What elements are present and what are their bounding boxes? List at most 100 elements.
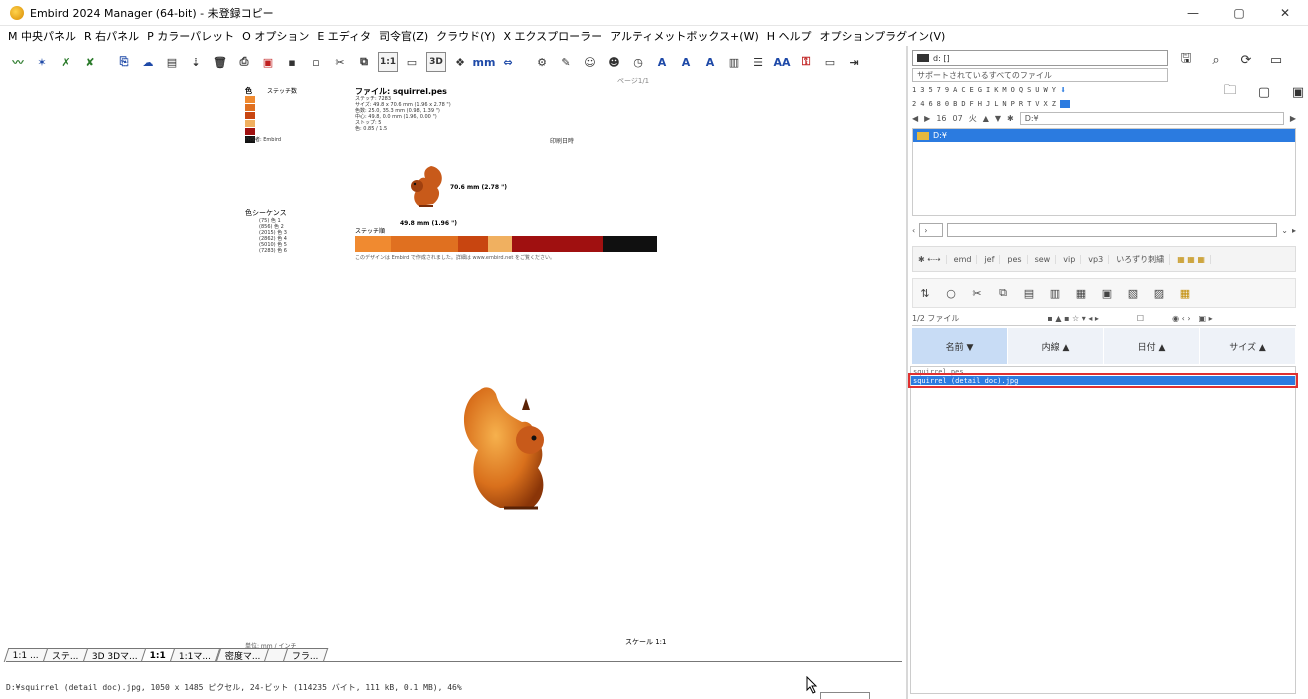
zoom-icon[interactable]: ⌕ [1206, 50, 1226, 70]
paste-file-icon[interactable]: ▤ [1021, 285, 1037, 301]
book-icon[interactable]: ▥ [724, 52, 744, 72]
alpha-key[interactable]: 4 [920, 100, 924, 108]
layout-icon[interactable]: ▤ [162, 52, 182, 72]
alpha-key[interactable]: 1 [912, 86, 916, 94]
text-tool-3-button[interactable]: A [700, 52, 720, 72]
cloud-icon[interactable]: ☁ [138, 52, 158, 72]
ftype-irozuri[interactable]: いろずり刺繍 [1111, 253, 1171, 265]
move-icon[interactable]: ▧ [1125, 285, 1141, 301]
folder-icon[interactable]: ▢ [1254, 82, 1274, 102]
alpha-key[interactable]: 6 [928, 100, 932, 108]
sort-by-date-button[interactable]: 日付 ▲ [1104, 328, 1200, 364]
tab-3d[interactable]: 3D 3Dマ... [82, 648, 147, 662]
alpha-key[interactable]: I [986, 86, 990, 94]
text-size-button[interactable]: AA [772, 52, 792, 72]
monitor-icon[interactable]: ▭ [402, 52, 422, 72]
sort-down-icon[interactable]: ▼ [995, 114, 1001, 123]
list-icon[interactable]: ☰ [748, 52, 768, 72]
text-tool-2-button[interactable]: A [676, 52, 696, 72]
user-icon[interactable]: ☺ [580, 52, 600, 72]
ftype-emd[interactable]: emd [949, 254, 978, 264]
menu-cloud[interactable]: クラウド(Y) [436, 28, 495, 44]
duplicate-icon[interactable]: ▥ [1047, 285, 1063, 301]
cross-tool-2-icon[interactable]: ✘ [80, 52, 100, 72]
alpha-key[interactable]: P [1011, 100, 1015, 108]
pattern-icon[interactable]: ❖ [450, 52, 470, 72]
alpha-key[interactable]: 2 [912, 100, 916, 108]
file-item-squirrel-pes[interactable]: squirrel.pes [911, 367, 1295, 376]
view-3d-button[interactable]: 3D [426, 52, 446, 72]
new-folder-icon[interactable]: 🗀 [1220, 82, 1240, 102]
drive-select[interactable]: d: [] [912, 50, 1168, 66]
cross-tool-icon[interactable]: ✗ [56, 52, 76, 72]
alpha-key[interactable]: 5 [928, 86, 932, 94]
path-input[interactable]: D:¥ [1019, 111, 1284, 125]
pdf-icon[interactable]: ▣ [258, 52, 278, 72]
archive-icon[interactable]: ▣ [1288, 82, 1308, 102]
alpha-key[interactable]: K [994, 86, 998, 94]
alpha-key[interactable]: X [1044, 100, 1048, 108]
window-icon[interactable]: ▭ [1266, 50, 1286, 70]
sort-up-icon[interactable]: ▲ [983, 114, 989, 123]
ftype-vip[interactable]: vip [1058, 254, 1082, 264]
addr-small-box[interactable]: › [919, 223, 944, 237]
tree-item-drive-d[interactable]: D:¥ [913, 129, 1295, 142]
copy-file-icon[interactable]: ⧉ [995, 285, 1011, 301]
machine-icon[interactable]: ⚙ [532, 52, 552, 72]
refresh-icon[interactable]: ⟳ [1236, 50, 1256, 70]
checkbox-icon[interactable]: ☐ [1137, 314, 1144, 323]
save-as-icon[interactable]: ▫ [306, 52, 326, 72]
import-icon[interactable]: ⇣ [186, 52, 206, 72]
sort-by-size-button[interactable]: サイズ ▲ [1200, 328, 1296, 364]
alpha-key[interactable]: J [986, 100, 990, 108]
ruler-icon[interactable]: ⇔ [498, 52, 518, 72]
user-2-icon[interactable]: ☻ [604, 52, 624, 72]
alpha-key[interactable]: O [1011, 86, 1015, 94]
star-tool-icon[interactable]: ✶ [32, 52, 52, 72]
minimize-button[interactable]: — [1170, 0, 1216, 26]
clock-icon[interactable]: ◷ [628, 52, 648, 72]
star-filter-icon[interactable]: ✱ [1007, 114, 1014, 123]
ftype-arrows-icon[interactable]: ✱ ⇠⇢ [913, 254, 947, 264]
file-filter-select[interactable]: サポートされているすべてのファイル [912, 68, 1168, 82]
exit-icon[interactable]: ⇥ [844, 52, 864, 72]
alpha-key[interactable]: V [1035, 100, 1039, 108]
ftype-pes[interactable]: pes [1002, 254, 1028, 264]
menu-ultimate-box[interactable]: アルティメットボックス+(W) [610, 28, 759, 44]
menu-center-panel[interactable]: M 中央パネル [8, 28, 76, 44]
alpha-key[interactable]: 8 [937, 100, 941, 108]
blue-square-icon[interactable] [1059, 100, 1070, 108]
save-icon[interactable]: ▪ [282, 52, 302, 72]
menu-options[interactable]: O オプション [242, 28, 309, 44]
ftype-jef[interactable]: jef [979, 254, 1001, 264]
alpha-key[interactable]: L [994, 100, 998, 108]
file-item-squirrel-detail-jpg[interactable]: squirrel (detail doc).jpg [908, 373, 1298, 388]
addr-back-icon[interactable]: ‹ [912, 226, 915, 235]
tab-1-1-map[interactable]: 1:1マ... [170, 648, 221, 662]
view-mode-icon[interactable]: ▪ ▲ ▪ ☆ ▾ ◂ ▸ [1047, 314, 1098, 323]
trash-file-icon[interactable]: ▨ [1151, 285, 1167, 301]
settings-tool-icon[interactable]: ✎ [556, 52, 576, 72]
grid-view-icon[interactable]: ▦ ▦ ▦ [1172, 254, 1211, 264]
alpha-key[interactable]: R [1019, 100, 1023, 108]
sort-tool-icon[interactable]: ⇅ [917, 285, 933, 301]
alpha-key[interactable]: 9 [945, 86, 949, 94]
nav-day[interactable]: 16 [936, 114, 946, 123]
unit-mm-button[interactable]: mm [473, 52, 496, 72]
clipboard-icon[interactable]: ▦ [1073, 285, 1089, 301]
address-input[interactable] [947, 223, 1278, 237]
nav-forward-icon[interactable]: ▶ [924, 114, 930, 123]
addr-dropdown-icon[interactable]: ⌄ [1281, 226, 1288, 235]
open-icon[interactable]: ⎘ [114, 52, 134, 72]
alpha-key[interactable]: D [961, 100, 965, 108]
grid-tool-icon[interactable]: ▦ [1177, 285, 1193, 301]
alpha-key[interactable]: M [1002, 86, 1006, 94]
download-icon[interactable]: ⬇ [1060, 85, 1066, 96]
alpha-key[interactable]: Q [1019, 86, 1023, 94]
copy-icon[interactable]: ⧉ [354, 52, 374, 72]
sort-by-name-button[interactable]: 名前 ▼ [912, 328, 1008, 364]
alpha-key[interactable]: F [970, 100, 974, 108]
path-arrow-icon[interactable]: ▶ [1290, 114, 1296, 123]
menu-help[interactable]: H ヘルプ [767, 28, 812, 44]
menu-right-panel[interactable]: R 右パネル [84, 28, 139, 44]
